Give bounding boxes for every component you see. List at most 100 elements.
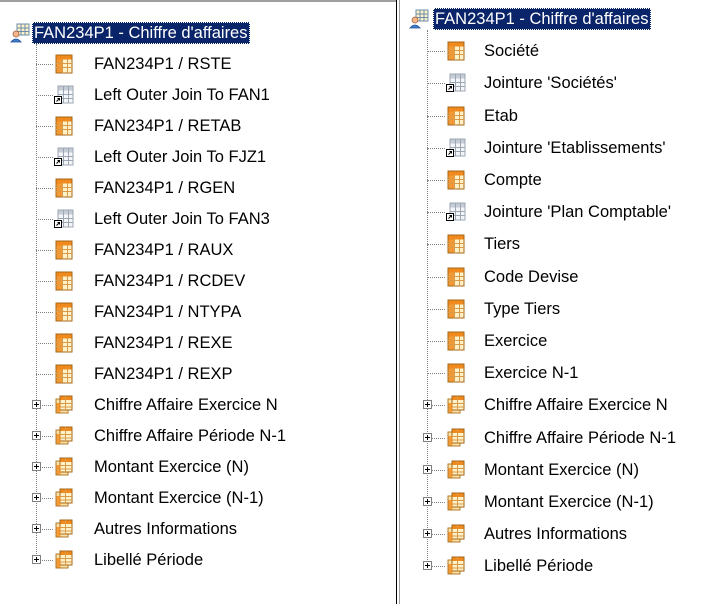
- tree-node-label: Exercice: [484, 332, 548, 350]
- tree-folder-node[interactable]: Autres Informations: [400, 519, 723, 549]
- tree-leaf-node[interactable]: FAN234P1 / RSTE: [0, 49, 396, 79]
- tree-folder-node[interactable]: Libellé Période: [0, 545, 396, 575]
- tree-leaf-node[interactable]: Tiers: [400, 229, 723, 259]
- tree-guide-branch: [36, 281, 53, 282]
- table-icon: [54, 364, 74, 384]
- tree-node-label: Tiers: [484, 235, 521, 254]
- expand-plus-icon[interactable]: [32, 524, 41, 533]
- left-tree-panel: FAN234P1 - Chiffre d'affaires FAN234P1 /…: [0, 0, 397, 604]
- table-icon: [54, 333, 74, 353]
- expand-plus-icon[interactable]: [423, 400, 432, 410]
- tree-folder-node[interactable]: Montant Exercice (N-1): [0, 483, 396, 513]
- tree-folder-node[interactable]: Montant Exercice (N-1): [400, 487, 723, 517]
- tree-guide-branch: [36, 219, 53, 220]
- expand-plus-icon[interactable]: [32, 431, 41, 440]
- tree-folder-node[interactable]: Montant Exercice (N): [0, 452, 396, 482]
- expand-plus-icon[interactable]: [32, 555, 41, 564]
- expand-plus-icon[interactable]: [423, 464, 432, 474]
- expand-plus-icon[interactable]: [32, 493, 41, 502]
- tree-node-label: Chiffre Affaire Exercice N: [484, 396, 668, 415]
- folder-table-icon: [54, 457, 74, 477]
- tree-folder-node[interactable]: Chiffre Affaire Exercice N: [400, 390, 723, 420]
- cube-user-icon: [409, 9, 429, 29]
- tree-leaf-node[interactable]: Left Outer Join To FAN1: [0, 80, 396, 110]
- expand-plus-icon[interactable]: [423, 497, 432, 506]
- folder-table-icon: [446, 460, 466, 480]
- tree-guide-branch: [36, 250, 53, 251]
- tree-leaf-node[interactable]: Société: [400, 36, 723, 66]
- tree-leaf-node[interactable]: Exercice N-1: [400, 358, 723, 388]
- tree-node-label: Left Outer Join To FJZ1: [94, 148, 267, 166]
- tree-guide-branch: [36, 343, 53, 344]
- folder-table-icon: [446, 395, 466, 415]
- tree-guide-branch: [427, 180, 445, 181]
- tree-guide-branch: [427, 115, 445, 117]
- tree-leaf-node[interactable]: FAN234P1 / NTYPA: [0, 297, 396, 327]
- tree-guide-branch: [427, 308, 445, 310]
- tree-node-label: Chiffre Affaire Exercice N: [94, 396, 278, 414]
- tree-leaf-node[interactable]: FAN234P1 / REXE: [0, 328, 396, 358]
- tree-leaf-node[interactable]: FAN234P1 / RAUX: [0, 235, 396, 265]
- tree-leaf-node[interactable]: FAN234P1 / RCDEV: [0, 266, 396, 296]
- tree-node-label: Société: [484, 42, 540, 61]
- expand-plus-icon[interactable]: [32, 462, 41, 471]
- tree-guide-branch: [427, 341, 445, 342]
- tree-leaf-node[interactable]: Left Outer Join To FAN3: [0, 204, 396, 234]
- tree-leaf-node[interactable]: Left Outer Join To FJZ1: [0, 142, 396, 172]
- folder-table-icon: [54, 395, 74, 415]
- tree-root-node[interactable]: FAN234P1 - Chiffre d'affaires: [0, 18, 396, 48]
- tree-node-label: Autres Informations: [484, 525, 628, 544]
- tree-root-node[interactable]: FAN234P1 - Chiffre d'affaires: [400, 4, 723, 34]
- tree-node-label: Left Outer Join To FAN3: [94, 210, 270, 228]
- tree-node-label: Etab: [484, 106, 518, 125]
- tree-guide-branch: [427, 212, 445, 214]
- tree-guide-branch: [36, 64, 53, 65]
- tree-node-label: Compte: [484, 171, 542, 189]
- tree-folder-node[interactable]: Chiffre Affaire Période N-1: [0, 421, 396, 451]
- tree-node-label: Montant Exercice (N-1): [94, 489, 264, 507]
- tree-node-label: Jointure 'Plan Comptable': [484, 203, 671, 222]
- tree-leaf-node[interactable]: Exercice: [400, 326, 723, 356]
- table-icon: [54, 271, 74, 291]
- expand-plus-icon[interactable]: [423, 432, 432, 442]
- tree-guide-branch: [36, 374, 53, 375]
- tree-node-label: FAN234P1 / REXE: [94, 334, 233, 352]
- tree-node-label: FAN234P1 / RAUX: [94, 241, 234, 259]
- tree-folder-node[interactable]: Libellé Période: [400, 551, 723, 581]
- table-icon: [446, 234, 466, 254]
- join-icon: [446, 202, 466, 222]
- expand-plus-icon[interactable]: [32, 400, 41, 409]
- tree-leaf-node[interactable]: FAN234P1 / RGEN: [0, 173, 396, 203]
- tree-leaf-node[interactable]: FAN234P1 / RETAB: [0, 111, 396, 141]
- tree-leaf-node[interactable]: Jointure 'Plan Comptable': [400, 197, 723, 227]
- table-icon: [446, 41, 466, 61]
- tree-leaf-node[interactable]: Jointure 'Etablissements': [400, 133, 723, 163]
- tree-guide-branch: [36, 126, 53, 127]
- tree-leaf-node[interactable]: Jointure 'Sociétés': [400, 68, 723, 98]
- join-icon: [54, 85, 74, 105]
- tree-node-label: FAN234P1 / RETAB: [94, 117, 242, 135]
- tree-node-label: Montant Exercice (N): [484, 460, 639, 479]
- tree-folder-node[interactable]: Montant Exercice (N): [400, 455, 723, 485]
- table-icon: [54, 302, 74, 322]
- expand-plus-icon[interactable]: [423, 529, 432, 539]
- tree-leaf-node[interactable]: Type Tiers: [400, 294, 723, 324]
- folder-table-icon: [446, 492, 466, 512]
- tree-guide-branch: [427, 83, 445, 85]
- tree-leaf-node[interactable]: FAN234P1 / REXP: [0, 359, 396, 389]
- tree-leaf-node[interactable]: Etab: [400, 101, 723, 131]
- tree-guide-branch: [427, 276, 445, 278]
- table-icon: [54, 178, 74, 198]
- tree-folder-node[interactable]: Autres Informations: [0, 514, 396, 544]
- tree-leaf-node[interactable]: Compte: [400, 165, 723, 195]
- join-icon: [446, 73, 466, 93]
- tree-node-label: Chiffre Affaire Période N-1: [94, 427, 286, 445]
- tree-folder-node[interactable]: Chiffre Affaire Période N-1: [400, 423, 723, 453]
- table-icon: [446, 267, 466, 287]
- expand-plus-icon[interactable]: [423, 561, 432, 571]
- tree-node-label: FAN234P1 / REXP: [94, 365, 233, 383]
- tree-folder-node[interactable]: Chiffre Affaire Exercice N: [0, 390, 396, 420]
- tree-node-label: Chiffre Affaire Période N-1: [484, 428, 676, 447]
- tree-leaf-node[interactable]: Code Devise: [400, 262, 723, 292]
- tree-guide-branch: [36, 95, 53, 96]
